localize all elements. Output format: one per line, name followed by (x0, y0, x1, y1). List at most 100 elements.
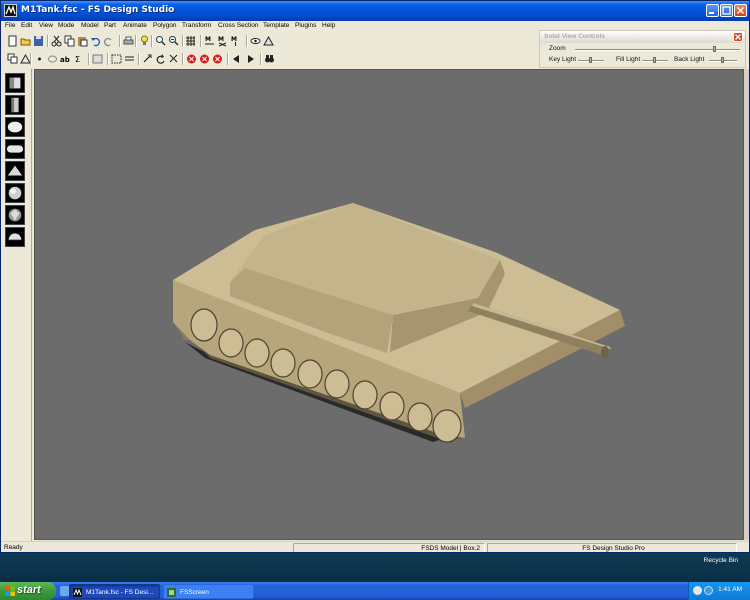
menu-edit[interactable]: Edit (21, 22, 32, 29)
select-icon[interactable] (111, 53, 122, 65)
menu-file[interactable]: File (5, 22, 15, 29)
menu-view[interactable]: View (39, 22, 53, 29)
key-light-slider-thumb[interactable] (589, 57, 592, 63)
title-bar[interactable]: M1Tank.fsc - FS Design Studio (1, 1, 749, 21)
primitive-palette (1, 69, 32, 541)
grid-icon[interactable] (185, 35, 196, 47)
cube-icon[interactable] (5, 73, 25, 93)
play-forward-icon[interactable] (245, 53, 256, 65)
hint-icon[interactable] (139, 35, 150, 47)
point-icon[interactable] (34, 53, 45, 65)
status-model: FSDS Model | Box.2 (293, 543, 485, 552)
panel-title-bar[interactable]: Solid View Controls (540, 31, 745, 43)
sum-icon[interactable]: Σ (73, 53, 84, 65)
toolbar-separator (30, 53, 32, 65)
menu-part[interactable]: Part (104, 22, 116, 29)
render-icon[interactable] (263, 35, 274, 47)
stop-red-icon[interactable] (186, 53, 197, 65)
capsule-icon[interactable] (5, 139, 25, 159)
sphere-icon[interactable] (5, 117, 25, 137)
cylinder-icon[interactable] (5, 95, 25, 115)
mirror-x-icon[interactable]: M (204, 35, 215, 47)
maximize-button[interactable] (720, 4, 733, 17)
play-back-icon[interactable] (231, 53, 242, 65)
taskbar-button-fsscreen[interactable]: FSScreen (163, 584, 254, 599)
texture-icon[interactable] (92, 53, 103, 65)
toolbar-separator (200, 35, 202, 47)
new-icon[interactable] (7, 35, 18, 47)
fill-light-label: Fill Light (616, 56, 641, 63)
open-icon[interactable] (20, 35, 31, 47)
vertical-scrollbar[interactable] (744, 69, 749, 540)
stop-red-icon[interactable] (212, 53, 223, 65)
network-icon[interactable] (693, 586, 702, 595)
cut-icon[interactable] (51, 35, 62, 47)
tank-model[interactable] (173, 203, 625, 443)
fsscreen-app-icon (167, 588, 176, 597)
print-icon[interactable] (123, 35, 134, 47)
svg-text:Σ: Σ (75, 55, 80, 64)
line-icon[interactable] (124, 53, 135, 65)
geosphere-icon[interactable] (5, 183, 25, 203)
menu-plugins[interactable]: Plugins (295, 22, 316, 29)
recycle-bin-label[interactable]: Recycle Bin (704, 557, 738, 564)
status-bar: Ready FSDS Model | Box.2 FS Design Studi… (1, 541, 749, 552)
solid-view-viewport[interactable] (34, 69, 744, 540)
redo-icon[interactable] (103, 35, 114, 47)
zoom-out-icon[interactable] (168, 35, 179, 47)
taskbar: start M1Tank.fsc - FS Desi... FSScreen 1… (0, 582, 750, 600)
hemisphere-icon[interactable] (5, 227, 25, 247)
toolbar-separator (151, 35, 153, 47)
menu-template[interactable]: Template (263, 22, 289, 29)
copy-icon[interactable] (64, 35, 75, 47)
panel-close-button[interactable] (733, 32, 743, 42)
paste-icon[interactable] (77, 35, 88, 47)
menu-animate[interactable]: Animate (123, 22, 147, 29)
toolbar-separator (119, 35, 121, 47)
toolbar-separator (227, 53, 229, 65)
menu-cross-section[interactable]: Cross Section (218, 22, 258, 29)
wedge-icon[interactable] (5, 161, 25, 181)
main-toolbar: MMM (1, 33, 541, 50)
copy-view-icon[interactable] (7, 53, 18, 65)
task-label: FSScreen (180, 589, 209, 596)
clock: 1:41 AM (718, 586, 742, 593)
toolbar-separator (88, 53, 90, 65)
zoom-label: Zoom (549, 45, 566, 52)
windows-flag-icon (5, 586, 15, 596)
back-light-label: Back Light (674, 56, 705, 63)
fill-light-slider-thumb[interactable] (653, 57, 656, 63)
toolbar-separator (182, 35, 184, 47)
save-icon[interactable] (33, 35, 44, 47)
desktop-background: Recycle Bin (0, 553, 750, 582)
menu-mode[interactable]: Mode (58, 22, 74, 29)
gem-icon[interactable] (5, 205, 25, 225)
edit-toolbar: ab Σ (1, 51, 541, 68)
menu-polygon[interactable]: Polygon (153, 22, 177, 29)
zoom-slider-thumb[interactable] (713, 46, 717, 52)
back-light-slider-thumb[interactable] (721, 57, 724, 63)
ellipse-icon[interactable] (47, 53, 58, 65)
menu-help[interactable]: Help (322, 22, 335, 29)
scale-icon[interactable] (168, 53, 179, 65)
minimize-button[interactable] (706, 4, 719, 17)
app-logo-icon[interactable] (4, 4, 17, 17)
text-icon[interactable]: ab (60, 53, 71, 65)
binoculars-icon[interactable] (264, 53, 275, 65)
rotate-icon[interactable] (142, 53, 153, 65)
refresh-icon[interactable] (155, 53, 166, 65)
task-label: M1Tank.fsc - FS Desi... (86, 589, 154, 596)
undo-icon[interactable] (90, 35, 101, 47)
menu-model[interactable]: Model (81, 22, 99, 29)
menu-transform[interactable]: Transform (182, 22, 211, 29)
stop-red-icon[interactable] (199, 53, 210, 65)
zoom-in-icon[interactable] (155, 35, 166, 47)
system-tray: 1:41 AM (688, 582, 750, 600)
start-button[interactable]: start (0, 582, 56, 600)
eye-icon[interactable] (250, 35, 261, 47)
mirror-z-icon[interactable]: M (230, 35, 241, 47)
close-button[interactable] (734, 4, 747, 17)
taskbar-button-fsds[interactable]: M1Tank.fsc - FS Desi... (69, 584, 160, 599)
mirror-y-icon[interactable]: M (217, 35, 228, 47)
volume-icon[interactable] (704, 586, 713, 595)
